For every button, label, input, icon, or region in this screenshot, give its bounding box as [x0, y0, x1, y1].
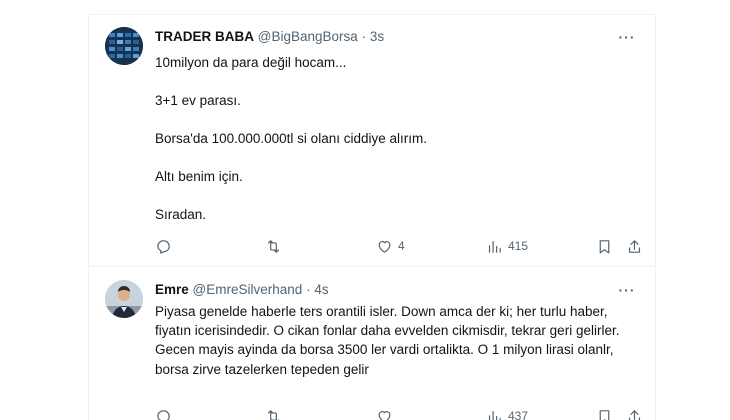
retweet-button[interactable]: [265, 235, 287, 257]
separator: ·: [306, 282, 311, 297]
author-handle[interactable]: @EmreSilverhand: [193, 282, 303, 297]
tweet-paragraph: Altı benim için.: [155, 169, 243, 184]
retweet-button[interactable]: [265, 405, 287, 420]
bookmark-icon: [599, 409, 610, 420]
views-button[interactable]: 415: [486, 235, 528, 257]
reply-icon: [157, 409, 170, 420]
views-button[interactable]: 437: [486, 405, 528, 420]
tweet-paragraph: 10milyon da para değil hocam...: [155, 55, 347, 70]
views-icon: [488, 410, 501, 420]
tweet-header: Emre @EmreSilverhand · 4s ···: [155, 282, 645, 302]
tweet-text: Piyasa genelde haberle ters orantili isl…: [155, 304, 620, 377]
tweet[interactable]: TRADER BABA @BigBangBorsa · 3s ··· 10mil…: [89, 15, 655, 267]
avatar[interactable]: [105, 280, 143, 318]
bookmark-icon: [599, 239, 610, 253]
like-button[interactable]: 4: [376, 235, 405, 257]
tweet-text: 10milyon da para değil hocam... 3+1 ev p…: [155, 53, 641, 243]
share-icon: [628, 239, 641, 253]
views-icon: [488, 240, 501, 253]
views-count: 415: [508, 239, 529, 253]
retweet-icon: [267, 409, 280, 420]
timestamp[interactable]: 4s: [314, 282, 328, 297]
avatar[interactable]: [105, 27, 143, 65]
reply-icon: [157, 239, 170, 253]
tweet-paragraph: 3+1 ev parası.: [155, 93, 241, 108]
timeline-column: TRADER BABA @BigBangBorsa · 3s ··· 10mil…: [88, 14, 656, 420]
separator: ·: [361, 29, 367, 44]
bookmark-button[interactable]: [596, 405, 613, 420]
author-name[interactable]: TRADER BABA: [155, 29, 254, 44]
tweet-header: TRADER BABA @BigBangBorsa · 3s ···: [155, 29, 645, 49]
author-name[interactable]: Emre: [155, 282, 189, 297]
bookmark-button[interactable]: [596, 235, 613, 257]
reply-button[interactable]: [155, 405, 177, 420]
heart-icon: [378, 240, 391, 253]
action-bar: 4 415: [155, 235, 643, 257]
reply-button[interactable]: [155, 235, 177, 257]
more-icon[interactable]: ···: [615, 25, 639, 49]
author-handle[interactable]: @BigBangBorsa: [258, 29, 358, 44]
tweet-paragraph: Sıradan.: [155, 207, 207, 222]
share-button[interactable]: [626, 235, 643, 257]
timestamp[interactable]: 3s: [370, 29, 384, 44]
more-icon[interactable]: ···: [615, 278, 639, 302]
tweet[interactable]: Emre @EmreSilverhand · 4s ··· Piyasa gen…: [89, 268, 655, 420]
share-icon: [628, 409, 641, 420]
like-button[interactable]: [376, 405, 398, 420]
action-bar: 437: [155, 405, 643, 420]
like-count: 4: [398, 239, 405, 253]
views-count: 437: [508, 409, 529, 420]
retweet-icon: [267, 239, 280, 253]
tweet-paragraph: Borsa'da 100.000.000tl si olanı ciddiye …: [155, 131, 427, 146]
heart-icon: [378, 410, 391, 420]
share-button[interactable]: [626, 405, 643, 420]
